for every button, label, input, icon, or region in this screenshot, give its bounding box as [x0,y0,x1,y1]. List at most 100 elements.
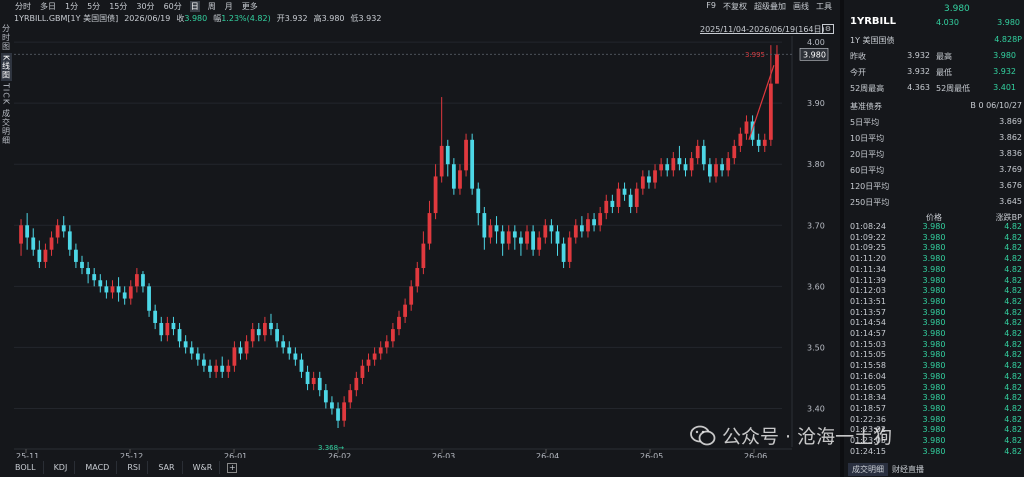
stat-value: 3.401 [993,83,1016,92]
tick-bp: 4.82 [1004,243,1022,253]
candle-body [384,341,389,348]
candle-body [110,286,115,293]
candle-body [214,365,219,372]
candle-body [232,347,237,366]
toolbar-item-3[interactable]: 画线 [793,1,809,12]
tick-time: 01:16:05 [850,382,886,392]
timeframe-5[interactable]: 30分 [135,1,155,12]
candle-body [305,371,310,385]
close-label: 收3.980 [176,13,208,23]
candle-body [409,286,414,305]
candle-body [128,286,133,299]
symbol-label: 1YRBILL.GBM[1Y 美国国债] [14,13,119,23]
indicator-tab-boll[interactable]: BOLL [8,461,44,474]
candle-body [67,231,72,250]
indicator-tab-wr[interactable]: W&R [186,461,221,474]
tick-time: 01:11:34 [850,264,886,274]
candle-body [55,225,60,238]
date-range-label[interactable]: 2025/11/04-2026/06/19(164日) [700,24,825,35]
tick-bp: 4.82 [1004,296,1022,306]
candle-body [37,249,42,262]
candle-body [531,231,536,250]
candle-body [311,377,316,385]
candle-body [293,353,298,360]
candle-body [567,237,572,262]
timeframe-1[interactable]: 多日 [39,1,57,12]
low-label: 低3.932 [350,13,382,23]
toolbar-item-4[interactable]: 工具 [816,1,832,12]
tick-time: 01:16:04 [850,371,886,381]
toolbar-right: F9 不复权 超级叠加 画线 工具 [706,1,840,12]
view-tab-3[interactable]: 成交明细 [1,107,12,147]
candle-body [31,237,36,250]
tick-time: 01:09:22 [850,232,886,242]
view-tab-0[interactable]: 分时图 [1,22,12,53]
view-tab-1[interactable]: K线图 [0,53,12,82]
timeframe-8[interactable]: 周 [207,1,217,12]
y-tick-label: 3.70 [807,221,825,230]
indicator-tab-rsi[interactable]: RSI [120,461,149,474]
tick-time: 01:14:57 [850,329,886,338]
candle-body [262,322,267,336]
timeframe-3[interactable]: 5分 [86,1,101,12]
candle-body [519,237,523,244]
kline-chart[interactable]: 4.003.903.803.703.603.503.4025-11 25-12 26… [12,24,840,458]
candle-body [171,322,176,330]
candle-body [604,200,609,214]
panel-tab-1[interactable]: 财经直播 [892,464,924,475]
candle-body [525,231,529,244]
timeframe-4[interactable]: 15分 [108,1,128,12]
timeframe-10[interactable]: 更多 [241,1,259,12]
tick-bp: 4.82 [1004,414,1022,424]
average-key: 250日平均 [850,198,890,207]
timeframe-2[interactable]: 1分 [64,1,79,12]
tick-row: 01:12:03 3.980 4.82 [850,286,1022,295]
candle-body [287,347,292,354]
timeframe-6[interactable]: 60分 [163,1,183,12]
tick-row: 01:08:24 3.980 4.82 [850,222,1022,231]
candle-body [275,329,279,342]
tick-price: 3.980 [922,243,946,253]
candle-body [348,390,353,403]
candle-body [256,329,261,336]
average-key: 10日平均 [850,134,885,143]
open-label: 开3.932 [276,13,308,23]
tick-bp: 4.82 [1004,254,1022,264]
candle-body [360,365,365,378]
view-tab-2[interactable]: TICK [2,81,11,107]
timeframe-9[interactable]: 月 [224,1,234,12]
stat-key: 昨收 [850,52,866,61]
toolbar-item-2[interactable]: 超级叠加 [754,1,786,12]
tick-row: 01:09:25 3.980 4.82 [850,243,1022,252]
indicator-tab-sar[interactable]: SAR [151,461,183,474]
candle-body [317,377,322,391]
stat-value: 4.363 [907,83,930,92]
candle-body [25,225,30,238]
candle-body [415,268,420,287]
gear-icon[interactable]: ⚙ [822,24,834,34]
timeframe-7[interactable]: 日 [189,0,200,12]
y-tick-label: 3.90 [807,99,825,108]
tick-price: 3.980 [922,254,946,264]
candle-body [482,213,487,238]
current-price-label: 3.980 [803,50,826,59]
candle-body [189,347,194,354]
toolbar-item-0[interactable]: F9 [706,1,716,12]
plus-icon[interactable]: + [227,462,238,473]
indicator-tab-kdj[interactable]: KDJ [47,461,76,474]
indicator-tab-macd[interactable]: MACD [78,461,118,474]
candle-body [336,408,340,421]
candle-body [49,237,54,250]
tick-bp: 4.82 [1004,425,1022,435]
panel-tab-0[interactable]: 成交明细 [848,463,888,476]
candle-body [439,145,444,177]
tick-time: 01:15:58 [850,361,886,371]
tick-row: 01:16:04 3.980 4.82 [850,372,1022,381]
toolbar-item-1[interactable]: 不复权 [723,1,747,12]
panel-symbol: 1YRBILL [850,16,896,27]
panel-subtitle-row: 1Y 美国国债 4.828P [850,35,1022,45]
y-tick-label: 3.50 [807,343,825,352]
change-label: 幅1.23%(4.82) [213,13,271,23]
timeframe-0[interactable]: 分时 [14,1,32,12]
candle-body [86,268,90,275]
